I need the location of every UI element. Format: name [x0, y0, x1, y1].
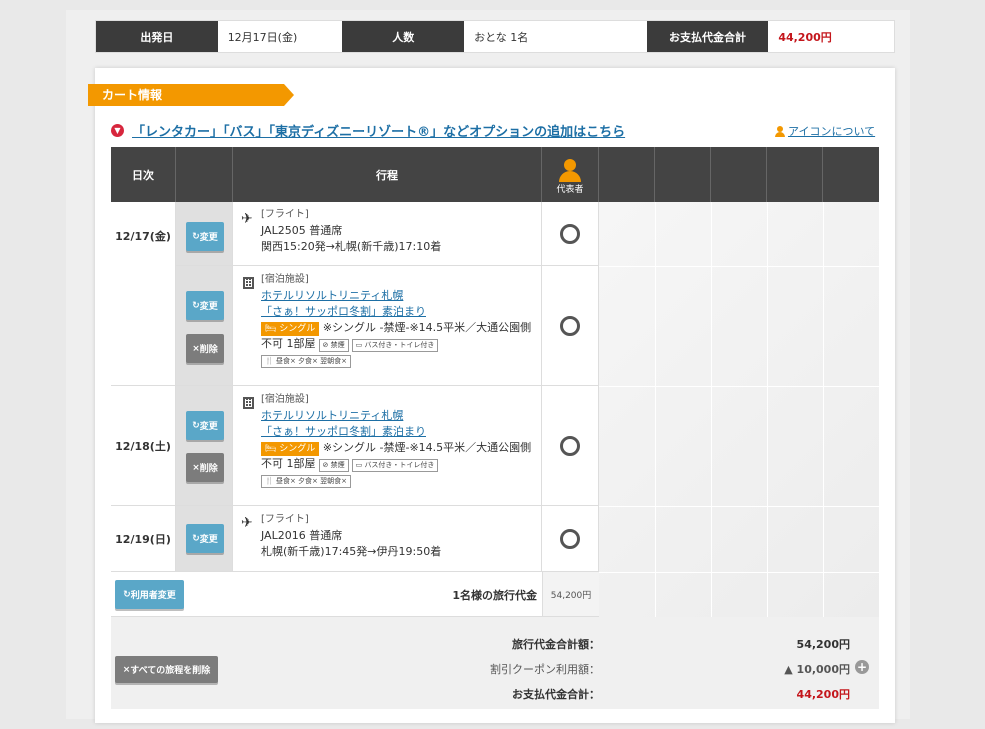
people-label: 人数	[342, 21, 465, 52]
flight-route: 札幌(新千歳)17:45発→伊丹19:50着	[261, 545, 442, 558]
person-icon	[559, 159, 581, 182]
per-person-label: 1名様の旅行代金	[452, 589, 537, 602]
header-date: 日次	[111, 147, 176, 202]
person-icon	[775, 125, 785, 137]
representative-radio[interactable]	[560, 316, 580, 336]
header-rep-label: 代表者	[556, 185, 584, 195]
hotel-item: [宿泊施設] ホテルリソルトリニティ札幌 「さぁ！サッポロ冬割」素泊まり 🛏 シ…	[261, 272, 541, 368]
item-category: [フライト]	[261, 514, 309, 525]
departure-label: 出発日	[96, 21, 218, 52]
date-cell: 12/17(金)	[111, 202, 176, 386]
room-count: 不可 1部屋	[261, 337, 316, 350]
building-icon	[243, 277, 254, 289]
meal-tag: 🍴 昼食× 夕食× 翌朝食×	[261, 355, 351, 368]
delete-button[interactable]: × 削除	[186, 453, 224, 482]
bath-tag: ▭ バス付き・トイレ付き	[351, 339, 439, 352]
cart-title: カート情報	[88, 84, 294, 106]
date-cell: 12/19(日)	[111, 506, 176, 572]
flight-number: JAL2505 普通席	[261, 224, 343, 237]
coupon-label: 割引クーポン利用額：	[490, 663, 600, 676]
hotel-link[interactable]: ホテルリソルトリニティ札幌	[261, 409, 403, 422]
flight-route: 関西15:20発→札幌(新千歳)17:10着	[261, 240, 442, 253]
header-extra-3	[711, 147, 767, 202]
meal-tag: 🍴 昼食× 夕食× 翌朝食×	[261, 475, 351, 488]
flight-item: [フライト] JAL2016 普通席 札幌(新千歳)17:45発→伊丹19:50…	[261, 512, 441, 560]
hotel-item: [宿泊施設] ホテルリソルトリニティ札幌 「さぁ！サッポロ冬割」素泊まり 🛏 シ…	[261, 392, 541, 488]
room-type-tag: 🛏 シングル	[261, 442, 320, 456]
header-extra-2	[655, 147, 711, 202]
travel-total-label: 旅行代金合計額：	[512, 638, 600, 651]
date-cell: 12/18(土)	[111, 386, 176, 506]
icon-about-link[interactable]: アイコンについて	[775, 123, 875, 139]
total-value: 44,200円	[768, 21, 895, 52]
header-extra-5	[823, 147, 879, 202]
pay-total-label: お支払代金合計：	[512, 688, 600, 701]
change-button[interactable]: ↻ 変更	[186, 291, 224, 320]
room-desc: ※シングル -禁煙-※14.5平米／大通公園側	[322, 441, 532, 454]
plane-icon: ✈	[241, 515, 253, 531]
building-icon	[243, 397, 254, 409]
chevron-down-icon: ▼	[111, 124, 124, 137]
item-category: [フライト]	[261, 209, 309, 220]
representative-radio[interactable]	[560, 224, 580, 244]
user-change-button[interactable]: ↻ 利用者変更	[115, 580, 184, 609]
people-value: おとな 1名	[464, 21, 647, 52]
plan-link[interactable]: 「さぁ！サッポロ冬割」素泊まり	[261, 305, 426, 318]
coupon-value: ▲ 10,000円	[784, 663, 850, 676]
hotel-link[interactable]: ホテルリソルトリニティ札幌	[261, 289, 403, 302]
change-button[interactable]: ↻ 変更	[186, 222, 224, 251]
change-button[interactable]: ↻ 変更	[186, 524, 224, 553]
plan-link[interactable]: 「さぁ！サッポロ冬割」素泊まり	[261, 425, 426, 438]
option-add-link[interactable]: 「レンタカー」「バス」「東京ディズニーリゾート®」などオプションの追加はこちら	[132, 121, 625, 140]
bath-tag: ▭ バス付き・トイレ付き	[351, 459, 439, 472]
travel-total-value: 54,200円	[796, 638, 850, 651]
delete-all-button[interactable]: × すべての旅程を削除	[115, 656, 218, 683]
header-extra-4	[767, 147, 823, 202]
item-category: [宿泊施設]	[261, 394, 309, 405]
total-label: お支払代金合計	[646, 21, 769, 52]
item-category: [宿泊施設]	[261, 274, 309, 285]
room-desc: ※シングル -禁煙-※14.5平米／大通公園側	[322, 321, 532, 334]
flight-item: [フライト] JAL2505 普通席 関西15:20発→札幌(新千歳)17:10…	[261, 207, 441, 255]
flight-number: JAL2016 普通席	[261, 529, 343, 542]
actions-cell	[176, 386, 233, 506]
pay-total-value: 44,200円	[796, 688, 850, 701]
non-smoking-tag: ⊘ 禁煙	[318, 459, 349, 472]
plus-icon[interactable]: +	[855, 660, 869, 674]
departure-value: 12月17日(金)	[217, 21, 343, 52]
actions-cell	[176, 266, 233, 386]
per-person-value: 54,200円	[542, 572, 599, 617]
representative-radio[interactable]	[560, 436, 580, 456]
header-representative: 代表者	[542, 147, 599, 202]
change-button[interactable]: ↻ 変更	[186, 411, 224, 440]
room-count: 不可 1部屋	[261, 457, 316, 470]
representative-radio[interactable]	[560, 529, 580, 549]
header-extra-1	[599, 147, 655, 202]
non-smoking-tag: ⊘ 禁煙	[318, 339, 349, 352]
delete-button[interactable]: × 削除	[186, 334, 224, 363]
option-link-row[interactable]: ▼ 「レンタカー」「バス」「東京ディズニーリゾート®」などオプションの追加はこち…	[111, 121, 625, 140]
empty-grid	[599, 202, 879, 622]
header-actions	[176, 147, 233, 202]
icon-about-label: アイコンについて	[788, 125, 876, 138]
plane-icon: ✈	[241, 211, 253, 227]
room-type-tag: 🛏 シングル	[261, 322, 320, 336]
header-itinerary: 行程	[233, 147, 542, 202]
summary-bar: 出発日 12月17日(金) 人数 おとな 1名 お支払代金合計 44,200円	[95, 20, 895, 53]
